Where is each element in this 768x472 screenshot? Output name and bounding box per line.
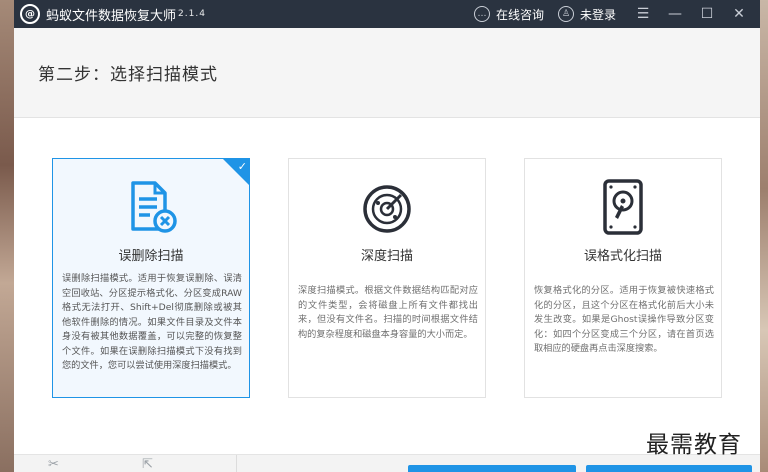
scan-mode-description: 恢复格式化的分区。适用于恢复被快速格式化的分区，且这个分区在格式化前后大小未发生… <box>534 285 714 354</box>
online-consult-link[interactable]: 在线咨询 <box>496 6 544 23</box>
app-version: 2.1.4 <box>178 9 206 19</box>
tools-icon[interactable]: ✂ <box>48 457 59 472</box>
previous-step-button[interactable] <box>408 465 576 472</box>
title-bar: @ 蚂蚁文件数据恢复大师 2.1.4 … 在线咨询 ♙ 未登录 ☰ — ☐ ✕ <box>14 0 760 28</box>
scan-mode-title: 误删除扫描 <box>118 249 184 264</box>
scan-mode-title: 误格式化扫描 <box>583 249 662 264</box>
maximize-icon[interactable]: ☐ <box>694 3 720 25</box>
scan-mode-description: 深度扫描模式。根据文件数据结构匹配对应的文件类型，会将磁盘上所有文件都找出来，但… <box>298 285 478 340</box>
chat-bubble-icon[interactable]: … <box>473 6 490 22</box>
user-icon[interactable]: ♙ <box>557 6 574 22</box>
title-bar-actions: … 在线咨询 ♙ 未登录 ☰ — ☐ ✕ <box>473 3 752 25</box>
page-title: 第二步：选择扫描模式 <box>38 65 218 85</box>
scan-mode-card-deleted[interactable]: ✓ 误删除扫描 误删除扫描模式。适用于恢复误删除、误清空回收站、分区提示格式化、… <box>52 158 250 398</box>
app-logo-icon: @ <box>20 4 40 24</box>
scan-mode-description: 误删除扫描模式。适用于恢复误删除、误清空回收站、分区提示格式化、分区变成RAW格… <box>62 273 242 371</box>
app-title: 蚂蚁文件数据恢复大师 <box>46 8 177 24</box>
step-header: 第二步：选择扫描模式 <box>14 28 760 118</box>
desktop-background-left <box>0 0 14 472</box>
menu-icon[interactable]: ☰ <box>630 3 656 25</box>
scan-mode-card-deep[interactable]: 深度扫描 深度扫描模式。根据文件数据结构匹配对应的文件类型，会将磁盘上所有文件都… <box>288 158 486 398</box>
disk-icon <box>525 177 721 239</box>
watermark-text: 最需教育 <box>646 432 742 458</box>
document-delete-icon <box>53 177 249 239</box>
login-link[interactable]: 未登录 <box>580 6 616 23</box>
app-window: @ 蚂蚁文件数据恢复大师 2.1.4 … 在线咨询 ♙ 未登录 ☰ — ☐ ✕ … <box>14 0 760 472</box>
scan-mode-card-format[interactable]: 误格式化扫描 恢复格式化的分区。适用于恢复被快速格式化的分区，且这个分区在格式化… <box>524 158 722 398</box>
minimize-icon[interactable]: — <box>662 3 688 25</box>
check-icon: ✓ <box>237 160 247 173</box>
bottom-divider <box>236 455 237 472</box>
next-step-button[interactable] <box>586 465 752 472</box>
radar-icon <box>289 177 485 239</box>
close-icon[interactable]: ✕ <box>726 3 752 25</box>
scan-mode-cards: ✓ 误删除扫描 误删除扫描模式。适用于恢复误删除、误清空回收站、分区提示格式化、… <box>52 158 722 398</box>
share-icon[interactable]: ⇱ <box>142 457 153 472</box>
scan-mode-title: 深度扫描 <box>360 249 413 264</box>
